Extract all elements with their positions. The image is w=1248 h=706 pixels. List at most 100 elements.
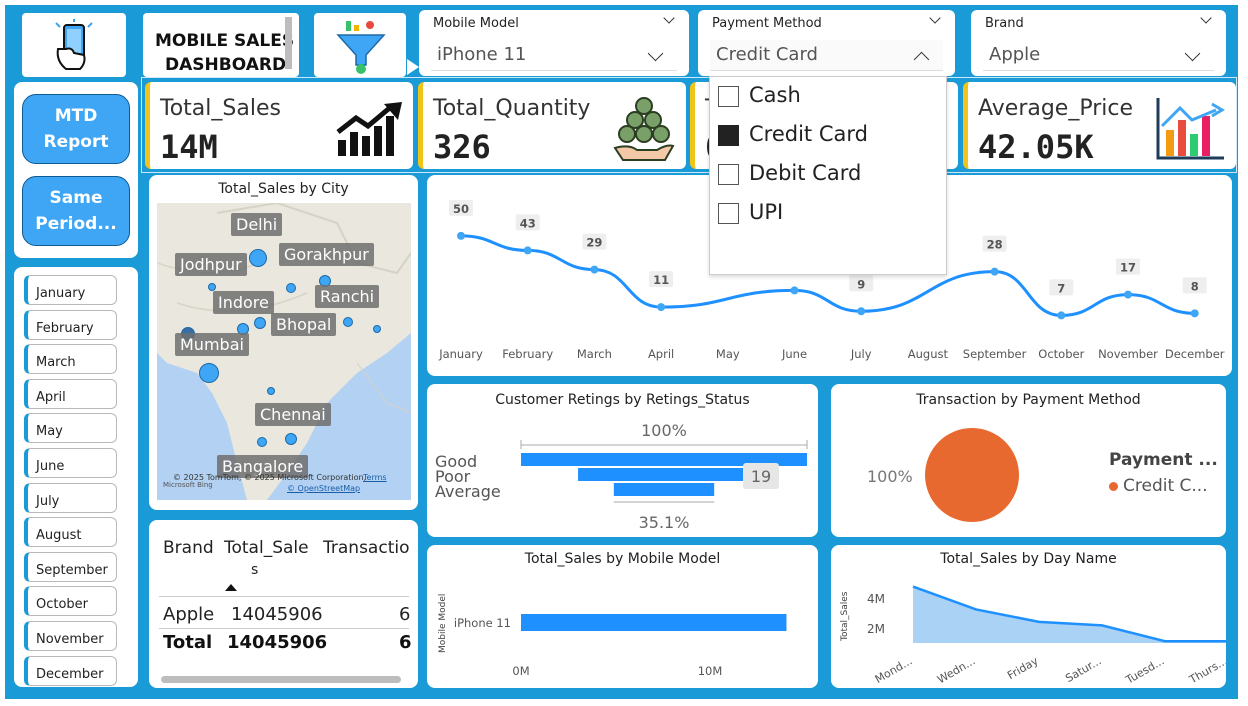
month-item-july[interactable]: July <box>24 482 117 513</box>
brand-slicer[interactable]: Brand Apple <box>971 10 1226 76</box>
payment-option-upi[interactable]: UPI <box>718 200 938 230</box>
city-label-gorakhpur: Gorakhpur <box>279 243 374 266</box>
month-item-june[interactable]: June <box>24 448 117 478</box>
payment-method-dropdown[interactable]: Credit Card <box>710 40 943 71</box>
x-tick-label: October <box>1038 347 1084 361</box>
brand-dropdown[interactable]: Apple <box>983 40 1214 71</box>
month-item-january[interactable]: January <box>24 275 117 305</box>
payment-method-pie-chart[interactable]: Transaction by Payment Method 100% Payme… <box>831 384 1226 537</box>
city-bubble[interactable] <box>254 317 266 329</box>
payment-option-label: Debit Card <box>749 161 862 185</box>
checkbox-icon[interactable] <box>718 164 739 185</box>
city-bubble[interactable] <box>373 325 381 333</box>
data-point <box>1057 311 1066 320</box>
pie-legend-item[interactable]: Credit C... <box>1123 476 1208 496</box>
pie-slice-credit-card <box>925 428 1019 522</box>
mtd-report-button[interactable]: MTD Report <box>22 94 130 164</box>
city-bubble[interactable] <box>208 283 216 291</box>
table-divider <box>159 596 409 597</box>
same-period-button[interactable]: Same Period... <box>22 176 130 246</box>
x-tick-label: August <box>908 347 949 361</box>
month-item-august[interactable]: August <box>24 517 117 548</box>
data-label: 7 <box>1057 281 1065 295</box>
city-bubble[interactable] <box>199 363 219 383</box>
data-label: 11 <box>653 273 669 287</box>
checkbox-icon[interactable] <box>718 86 739 107</box>
city-bubble[interactable] <box>286 283 296 293</box>
bing-logo: Microsoft Bing <box>163 481 213 489</box>
total-quantity-kpi[interactable]: Total_Quantity 326 <box>418 82 686 169</box>
data-label: 50 <box>453 202 469 216</box>
total-sales-value: 14M <box>160 128 218 166</box>
checkbox-icon[interactable] <box>718 125 739 146</box>
osm-link[interactable]: © OpenStreetMap <box>287 484 360 493</box>
data-label: 29 <box>586 236 602 250</box>
total-sales-kpi[interactable]: Total_Sales 14M <box>145 82 413 169</box>
month-item-may[interactable]: May <box>24 413 117 444</box>
bottom-percent-label: 35.1% <box>639 513 690 532</box>
city-bubble[interactable] <box>267 387 275 395</box>
average-price-kpi[interactable]: Average_Price 42.05K <box>963 82 1236 169</box>
chevron-down-icon[interactable] <box>647 45 664 62</box>
mobile-model-bar-chart[interactable]: Total_Sales by Mobile Model iPhone 11 0M 1… <box>427 545 818 688</box>
chevron-down-icon[interactable] <box>1184 45 1201 62</box>
rating-bar <box>613 483 715 496</box>
city-label-mumbai: Mumbai <box>175 333 249 356</box>
payment-method-options-popup[interactable]: Cash Credit Card Debit Card UPI <box>709 76 947 275</box>
table-header-transactions[interactable]: Transactio <box>323 538 411 558</box>
chevron-down-icon[interactable] <box>663 12 675 24</box>
table-cell-sales: 14045906 <box>231 604 323 625</box>
month-item-february[interactable]: February <box>24 309 117 340</box>
chevron-down-icon[interactable] <box>929 12 941 24</box>
month-item-september[interactable]: September <box>24 551 117 582</box>
payment-method-slicer[interactable]: Payment Method Credit Card <box>698 10 955 76</box>
model-category-label: iPhone 11 <box>454 616 511 630</box>
table-header-total-sales[interactable]: Total_Sale <box>224 538 309 558</box>
table-header-brand[interactable]: Brand <box>163 538 214 558</box>
y-axis-label: Total_Sales <box>840 591 850 642</box>
city-map-visual[interactable]: Total_Sales by City Delhi Gorakhpur Jodh… <box>149 175 418 510</box>
payment-option-label: UPI <box>749 200 784 224</box>
payment-option-cash[interactable]: Cash <box>718 83 938 113</box>
filter-card[interactable] <box>314 13 406 77</box>
map-canvas[interactable]: Delhi Gorakhpur Jodhpur Indore Ranchi Bh… <box>157 203 411 500</box>
map-terms-link[interactable]: Terms <box>363 473 387 482</box>
sort-ascending-icon[interactable] <box>225 584 237 591</box>
pie-slice-label: 100% <box>867 467 913 486</box>
checkbox-icon[interactable] <box>718 203 739 224</box>
month-item-april[interactable]: April <box>24 378 117 409</box>
city-bubble[interactable] <box>343 317 353 327</box>
legend-marker-icon <box>1109 482 1118 491</box>
mobile-model-dropdown[interactable]: iPhone 11 <box>431 40 677 71</box>
dashboard-title-card: MOBILE SALES DASHBOARD <box>143 13 299 77</box>
dashboard-frame: MOBILE SALES DASHBOARD Mobile Model iPho… <box>5 5 1238 699</box>
model-bar-iphone-11 <box>521 614 787 631</box>
brand-table-visual[interactable]: Brand Total_Sale s Transactio Apple 1404… <box>149 520 418 688</box>
month-slicer[interactable]: January February March April May June July Augu… <box>14 267 138 687</box>
month-item-march[interactable]: March <box>24 344 117 375</box>
title-scrollbar[interactable] <box>285 17 292 69</box>
day-name-area-chart[interactable]: Total_Sales by Day Name Mond... Wedn... Fr… <box>831 545 1226 688</box>
city-label-delhi: Delhi <box>231 213 283 236</box>
city-bubble[interactable] <box>257 437 267 447</box>
month-item-october[interactable]: October <box>24 586 117 617</box>
city-bubble[interactable] <box>285 433 297 445</box>
month-label: January <box>36 286 86 301</box>
payment-option-credit-card[interactable]: Credit Card <box>718 122 938 152</box>
data-point <box>790 286 799 295</box>
month-item-december[interactable]: December <box>24 655 117 686</box>
chevron-up-icon[interactable] <box>913 51 930 68</box>
chevron-down-icon[interactable] <box>1200 12 1212 24</box>
table-horizontal-scrollbar[interactable] <box>161 676 401 683</box>
mobile-model-slicer[interactable]: Mobile Model iPhone 11 <box>419 10 689 76</box>
ratings-funnel-chart[interactable]: Customer Retings by Retings_Status 100% G… <box>427 384 818 537</box>
x-tick-label: Satur... <box>1063 654 1103 685</box>
mtd-report-label: MTD Report <box>43 106 109 152</box>
payment-option-debit-card[interactable]: Debit Card <box>718 161 938 191</box>
month-label: November <box>36 632 104 647</box>
tooltip-value: 19 <box>751 467 771 486</box>
city-bubble[interactable] <box>249 249 267 267</box>
data-point <box>1190 309 1199 318</box>
month-item-november[interactable]: November <box>24 621 117 651</box>
filter-funnel-icon[interactable] <box>336 17 386 75</box>
